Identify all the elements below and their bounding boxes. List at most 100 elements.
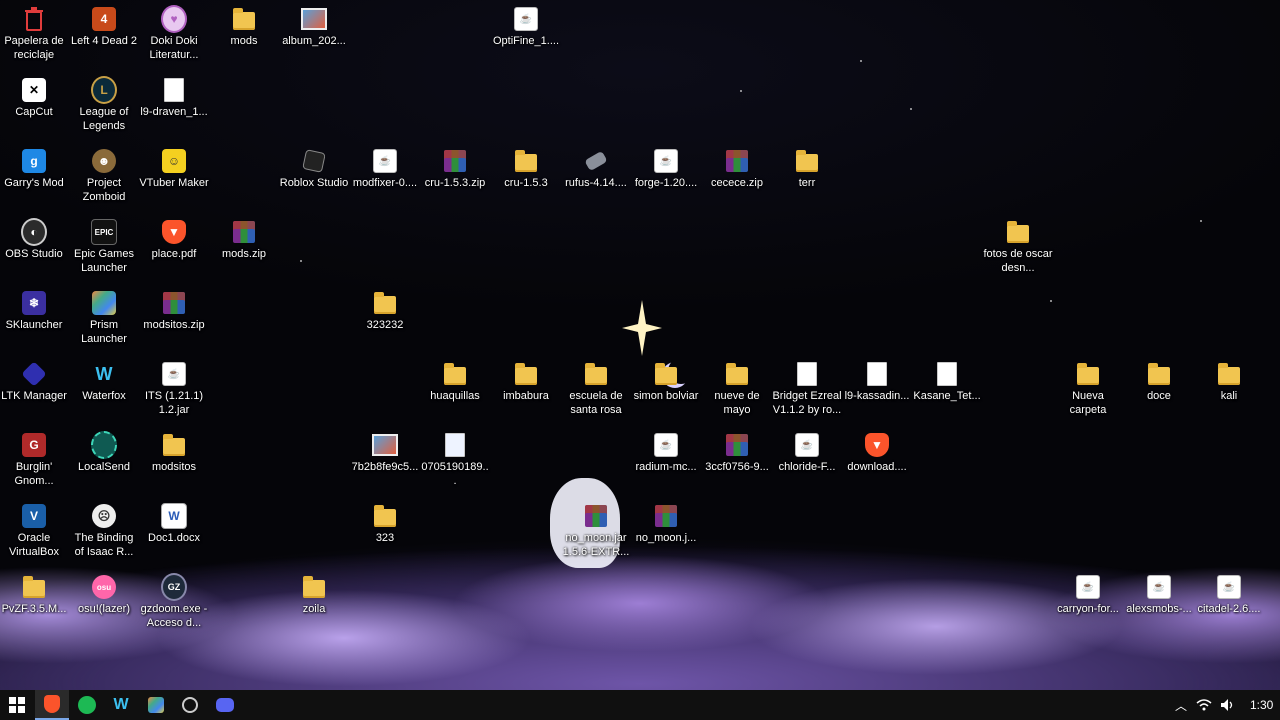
icon-label: forge-1.20.... — [634, 177, 698, 189]
desktop-icon-roblox-studio[interactable]: Roblox Studio — [278, 142, 350, 190]
taskbar-discord[interactable] — [208, 690, 242, 720]
desktop-icon-huaquillas[interactable]: huaquillas — [419, 355, 491, 403]
clock[interactable]: 1:30 — [1250, 698, 1273, 712]
desktop-icon-album[interactable]: album_202... — [278, 0, 350, 48]
brave-pdf-icon: ▼ — [161, 219, 187, 245]
desktop-icon-l9-draven[interactable]: l9-draven_1... — [138, 71, 210, 119]
desktop-icon-obs-studio[interactable]: ◐ OBS Studio — [0, 213, 70, 261]
desktop-icon-bridget-ezreal[interactable]: Bridget Ezreal V1.1.2 by ro... — [771, 355, 843, 417]
desktop-icon-kasane-teto[interactable]: Kasane_Tet... — [911, 355, 983, 403]
desktop-icon-modsitos-zip[interactable]: modsitos.zip — [138, 284, 210, 332]
desktop-icon-cecece-zip[interactable]: cecece.zip — [701, 142, 773, 190]
desktop-icon-323[interactable]: 323 — [349, 497, 421, 545]
desktop-icon-pvzf[interactable]: PvZF.3.5.M... — [0, 568, 70, 616]
folder-icon — [583, 361, 609, 387]
icon-label: OptiFine_1.... — [492, 35, 560, 47]
desktop-icon-7b2b8fe9c5[interactable]: 7b2b8fe9c5... — [349, 426, 421, 474]
icon-label: l9-kassadin... — [844, 390, 910, 402]
desktop-icon-323232[interactable]: 323232 — [349, 284, 421, 332]
desktop-icon-no-moon-j[interactable]: no_moon.j... — [630, 497, 702, 545]
desktop-icon-cru-zip[interactable]: cru-1.5.3.zip — [419, 142, 491, 190]
desktop-icon-doki-doki[interactable]: ♥ Doki Doki Literatur... — [138, 0, 210, 62]
desktop-icon-epic-games-launcher[interactable]: EPIC Epic Games Launcher — [68, 213, 140, 275]
desktop-icon-no-moon-jar-extr[interactable]: no_moon.jar 1.5.6-EXTR... — [560, 497, 632, 559]
desktop-icon-place-pdf[interactable]: ▼ place.pdf — [138, 213, 210, 261]
desktop-icon-l9-kassadin[interactable]: l9-kassadin... — [841, 355, 913, 403]
desktop-icon-forge[interactable]: ☕ forge-1.20.... — [630, 142, 702, 190]
desktop-icon-simon-bolviar[interactable]: simon bolviar — [630, 355, 702, 403]
desktop-icon-project-zomboid[interactable]: ☻ Project Zomboid — [68, 142, 140, 204]
prism-launcher-icon — [91, 290, 117, 316]
icon-label: cru-1.5.3 — [504, 177, 548, 189]
icon-label: no_moon.j... — [635, 532, 697, 544]
icon-label: Garry's Mod — [4, 177, 64, 189]
desktop-icon-optifine[interactable]: ☕ OptiFine_1.... — [490, 0, 562, 48]
desktop-icon-alexsmobs[interactable]: ☕ alexsmobs-... — [1123, 568, 1195, 616]
taskbar-prism-launcher[interactable] — [139, 690, 173, 720]
icon-label: doce — [1147, 390, 1171, 402]
desktop-icon-0705190189[interactable]: 0705190189... — [419, 426, 491, 488]
desktop-icon-sklauncher[interactable]: ❄ SKlauncher — [0, 284, 70, 332]
desktop-icon-localsend[interactable]: LocalSend — [68, 426, 140, 474]
desktop-icon-download[interactable]: ▼ download.... — [841, 426, 913, 474]
icon-label: modfixer-0.... — [352, 177, 418, 189]
desktop-icon-imbabura[interactable]: imbabura — [490, 355, 562, 403]
wifi-icon[interactable] — [1196, 698, 1212, 712]
desktop-icon-league-of-legends[interactable]: L League of Legends — [68, 71, 140, 133]
desktop-icon-waterfox[interactable]: W Waterfox — [68, 355, 140, 403]
icon-label: rufus-4.14.... — [565, 177, 627, 189]
start-button[interactable] — [0, 690, 34, 720]
desktop-icon-oracle-virtualbox[interactable]: V Oracle VirtualBox — [0, 497, 70, 559]
desktop-icon-escuela-santa-rosa[interactable]: escuela de santa rosa — [560, 355, 632, 417]
icon-label: 3ccf0756-9... — [705, 461, 769, 473]
desktop-icon-carryon[interactable]: ☕ carryon-for... — [1052, 568, 1124, 616]
icon-label: terr — [798, 177, 816, 189]
desktop-icon-doc1-docx[interactable]: W Doc1.docx — [138, 497, 210, 545]
taskbar-brave[interactable] — [35, 690, 69, 720]
desktop-icon-zoila[interactable]: zoila — [278, 568, 350, 616]
desktop-icon-osu-lazer[interactable]: osu osu!(lazer) — [68, 568, 140, 616]
desktop-icon-cru-folder[interactable]: cru-1.5.3 — [490, 142, 562, 190]
desktop-icon-mods-zip[interactable]: mods.zip — [208, 213, 280, 261]
desktop-icon-vtuber-maker[interactable]: ☺ VTuber Maker — [138, 142, 210, 190]
roblox-studio-icon — [301, 148, 327, 174]
desktop-icon-burglin-gnomes[interactable]: G Burglin' Gnom... — [0, 426, 70, 488]
chevron-up-icon[interactable]: ︿ — [1170, 697, 1192, 714]
desktop-icon-3ccf0756[interactable]: 3ccf0756-9... — [701, 426, 773, 474]
desktop-icon-gzdoom[interactable]: GZ gzdoom.exe - Acceso d... — [138, 568, 210, 630]
desktop-icon-capcut[interactable]: ✕ CapCut — [0, 71, 70, 119]
desktop-icon-fotos-de-oscar[interactable]: fotos de oscar desn... — [982, 213, 1054, 275]
icon-label: Nueva carpeta — [1069, 390, 1107, 416]
desktop-icon-modfixer[interactable]: ☕ modfixer-0.... — [349, 142, 421, 190]
winrar-icon — [724, 148, 750, 174]
desktop-icon-prism-launcher[interactable]: Prism Launcher — [68, 284, 140, 346]
desktop-icon-kali[interactable]: kali — [1193, 355, 1265, 403]
desktop-icon-mods[interactable]: mods — [208, 0, 280, 48]
desktop-icon-modsitos[interactable]: modsitos — [138, 426, 210, 474]
icon-label: Kasane_Tet... — [913, 390, 981, 402]
desktop-icon-doce[interactable]: doce — [1123, 355, 1195, 403]
folder-icon — [724, 361, 750, 387]
speaker-icon[interactable] — [1220, 698, 1236, 712]
desktop-icon-recycle-bin[interactable]: Papelera de reciclaje — [0, 0, 70, 62]
desktop-icon-ltk-manager[interactable]: LTK Manager — [0, 355, 70, 403]
taskbar-spotify[interactable] — [70, 690, 104, 720]
desktop-icon-left-4-dead-2[interactable]: 4 Left 4 Dead 2 — [68, 0, 140, 48]
desktop-icon-binding-of-isaac[interactable]: ☹ The Binding of Isaac R... — [68, 497, 140, 559]
icon-label: ITS (1.21.1) 1.2.jar — [144, 390, 204, 416]
desktop-icon-rufus[interactable]: rufus-4.14.... — [560, 142, 632, 190]
icon-label: album_202... — [282, 35, 346, 47]
recycle-bin-icon — [21, 6, 47, 32]
desktop-icon-radium[interactable]: ☕ radium-mc... — [630, 426, 702, 474]
taskbar-waterfox[interactable]: W — [104, 690, 138, 720]
desktop-icon-chloride[interactable]: ☕ chloride-F... — [771, 426, 843, 474]
icon-label: simon bolviar — [633, 390, 699, 402]
taskbar-obs[interactable] — [173, 690, 207, 720]
desktop-icon-nueve-de-mayo[interactable]: nueve de mayo — [701, 355, 773, 417]
desktop-icon-its-jar[interactable]: ☕ ITS (1.21.1) 1.2.jar — [138, 355, 210, 417]
desktop-icon-citadel[interactable]: ☕ citadel-2.6.... — [1193, 568, 1265, 616]
desktop-icon-terr[interactable]: terr — [771, 142, 843, 190]
desktop-icon-garrys-mod[interactable]: g Garry's Mod — [0, 142, 70, 190]
desktop-icon-nueva-carpeta[interactable]: Nueva carpeta — [1052, 355, 1124, 417]
icon-label: place.pdf — [151, 248, 197, 260]
